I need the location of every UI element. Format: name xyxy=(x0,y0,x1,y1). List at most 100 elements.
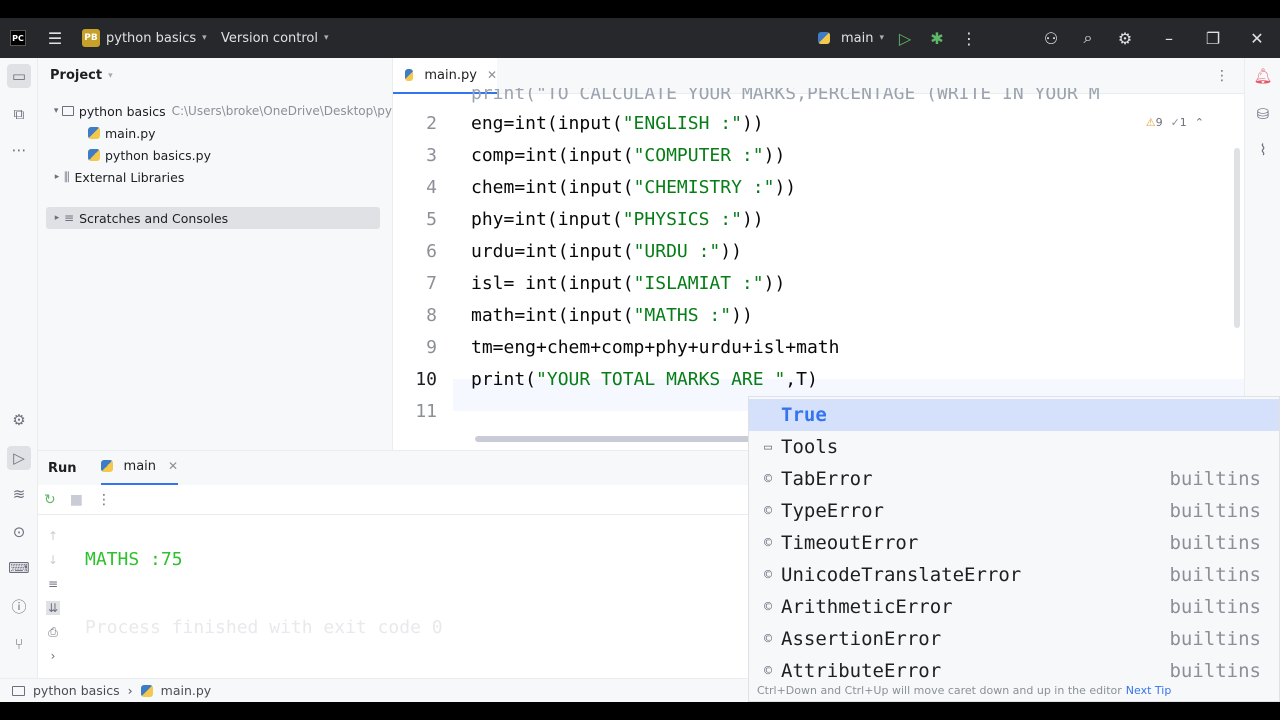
console-line: MATHS :75 xyxy=(85,549,183,570)
notifications-icon[interactable]: 🔔︎ xyxy=(1251,64,1275,88)
status-bar: python basics › main.py xyxy=(0,678,748,702)
completion-label: TabError xyxy=(781,468,873,490)
search-icon[interactable]: ⌕ xyxy=(1076,18,1100,58)
completion-item[interactable]: © TypeError builtins xyxy=(749,495,1279,527)
structure-icon[interactable]: ⧉ xyxy=(7,102,31,126)
arrow-up-icon[interactable]: ↑ xyxy=(46,529,60,543)
app-logo[interactable]: PC xyxy=(10,18,26,58)
completion-item[interactable]: True xyxy=(749,399,1279,431)
restore-icon[interactable]: ❐ xyxy=(1201,18,1225,58)
chevron-up-icon[interactable]: ⌃ xyxy=(1195,116,1204,129)
code-line: urdu=int(input("URDU :")) xyxy=(471,241,742,262)
layers-icon[interactable]: ≋ xyxy=(7,482,31,506)
chevron-right-icon[interactable]: › xyxy=(46,649,60,663)
completion-source: builtins xyxy=(1169,660,1261,682)
class-icon: © xyxy=(764,535,772,551)
chevron-right-icon[interactable]: ▸ xyxy=(50,213,64,223)
tree-item-label: python basics xyxy=(78,103,166,119)
inspection-widget[interactable]: ⚠9 ✓1 ⌃ xyxy=(1146,116,1204,129)
line-number: 9 xyxy=(426,337,437,358)
completion-label: AttributeError xyxy=(781,660,942,682)
rerun-icon[interactable]: ↻ xyxy=(44,492,56,508)
sciview-icon[interactable]: ⌇ xyxy=(1251,138,1275,162)
terminal-icon[interactable]: ⌨ xyxy=(7,556,31,580)
completion-item[interactable]: © AssertionError builtins xyxy=(749,623,1279,655)
close-tab-icon[interactable]: ✕ xyxy=(487,68,497,82)
class-icon: © xyxy=(764,631,772,647)
tree-item-label: Scratches and Consoles xyxy=(79,210,229,226)
tree-item-root[interactable]: ▾ python basics C:\Users\broke\OneDrive\… xyxy=(38,100,392,122)
console-output[interactable]: ↑ ↓ ≡ ⇊ ⎙ › MATHS :75 Process finished w… xyxy=(38,515,748,679)
line-number: 6 xyxy=(426,241,437,262)
completion-source: builtins xyxy=(1169,564,1261,586)
tree-item-scratches[interactable]: ▸ ≡ Scratches and Consoles xyxy=(46,207,380,229)
tree-item-label: python basics.py xyxy=(105,147,211,163)
soft-wrap-icon[interactable]: ≡ xyxy=(46,577,60,591)
tree-item-path: C:\Users\broke\OneDrive\Desktop\py xyxy=(171,104,392,118)
python-file-icon xyxy=(140,684,153,697)
python-packages-icon[interactable]: ⚙ xyxy=(7,408,31,432)
completion-label: Tools xyxy=(781,436,839,458)
project-switcher[interactable]: PB python basics ▾ xyxy=(82,18,207,58)
main-menu-icon[interactable]: ☰ xyxy=(43,18,67,58)
next-tip-link[interactable]: Next Tip xyxy=(1126,684,1172,697)
scratches-icon: ≡ xyxy=(64,211,75,225)
close-tab-icon[interactable]: ✕ xyxy=(168,459,178,473)
database-icon[interactable]: ⛁ xyxy=(1251,102,1275,126)
settings-gear-icon[interactable]: ⚙ xyxy=(1113,18,1137,58)
run-config-selector[interactable]: main ▾ xyxy=(818,18,884,58)
completion-label: ArithmeticError xyxy=(781,596,953,618)
completion-item[interactable]: © UnicodeTranslateError builtins xyxy=(749,559,1279,591)
console-finish-line: Process finished with exit code 0 xyxy=(85,617,443,638)
project-panel-header[interactable]: Project ▾ xyxy=(50,68,113,83)
class-icon: © xyxy=(764,503,772,519)
breadcrumb-project[interactable]: python basics xyxy=(33,683,120,698)
completion-item[interactable]: © TabError builtins xyxy=(749,463,1279,495)
run-icon[interactable]: ▷ xyxy=(893,18,917,58)
code-line: math=int(input("MATHS :")) xyxy=(471,305,753,326)
problems-icon[interactable]: ⓘ xyxy=(7,594,31,618)
completion-item[interactable]: © ArithmeticError builtins xyxy=(749,591,1279,623)
tab-options-icon[interactable]: ⋮ xyxy=(1215,68,1229,84)
line-number: 2 xyxy=(426,113,437,134)
chevron-down-icon[interactable]: ▾ xyxy=(50,106,62,116)
chevron-down-icon: ▾ xyxy=(879,33,885,43)
minimize-icon[interactable]: – xyxy=(1157,18,1181,58)
tree-item-python-basics-py[interactable]: python basics.py xyxy=(38,144,392,166)
more-tools-icon[interactable]: ⋯ xyxy=(7,138,31,162)
chevron-right-icon[interactable]: ▸ xyxy=(50,172,64,182)
print-icon[interactable]: ⎙ xyxy=(46,625,60,640)
vcs-menu[interactable]: Version control ▾ xyxy=(221,18,329,58)
chevron-down-icon: ▾ xyxy=(324,33,329,43)
account-icon[interactable]: ⚇ xyxy=(1039,18,1063,58)
editor-horizontal-scrollbar[interactable] xyxy=(475,436,765,442)
python-file-icon xyxy=(88,127,100,139)
more-icon[interactable]: ⋮ xyxy=(957,18,981,58)
debug-icon[interactable]: ✱ xyxy=(925,18,949,58)
code-line-current: print("YOUR TOTAL MARKS ARE ",T) xyxy=(471,369,818,390)
arrow-down-icon[interactable]: ↓ xyxy=(46,553,60,567)
breadcrumb-file[interactable]: main.py xyxy=(161,683,212,698)
completion-item[interactable]: © AttributeError builtins xyxy=(749,655,1279,687)
editor-vertical-scrollbar[interactable] xyxy=(1234,148,1240,328)
completion-source: builtins xyxy=(1169,596,1261,618)
stop-icon[interactable]: ■ xyxy=(70,492,83,508)
tree-item-external-libraries[interactable]: ▸ ⫼ External Libraries xyxy=(38,166,392,188)
class-icon: © xyxy=(764,567,772,583)
completion-item[interactable]: ▭ Tools xyxy=(749,431,1279,463)
chevron-down-icon: ▾ xyxy=(202,33,207,43)
close-icon[interactable]: ✕ xyxy=(1245,18,1269,58)
run-tab-main[interactable]: main ✕ xyxy=(100,451,179,485)
project-badge: PB xyxy=(82,29,100,47)
python-icon xyxy=(818,32,830,44)
scroll-to-end-icon[interactable]: ⇊ xyxy=(46,601,60,615)
more-icon[interactable]: ⋮ xyxy=(97,492,111,508)
services-icon[interactable]: ⊙ xyxy=(7,520,31,544)
tree-item-main-py[interactable]: main.py xyxy=(38,122,392,144)
git-icon[interactable]: ⑂ xyxy=(7,632,31,656)
completion-label: TypeError xyxy=(781,500,884,522)
completion-item[interactable]: © TimeoutError builtins xyxy=(749,527,1279,559)
line-number: 7 xyxy=(426,273,437,294)
run-tool-icon[interactable]: ▷ xyxy=(7,446,31,470)
project-tool-icon[interactable]: ▭ xyxy=(7,64,31,88)
